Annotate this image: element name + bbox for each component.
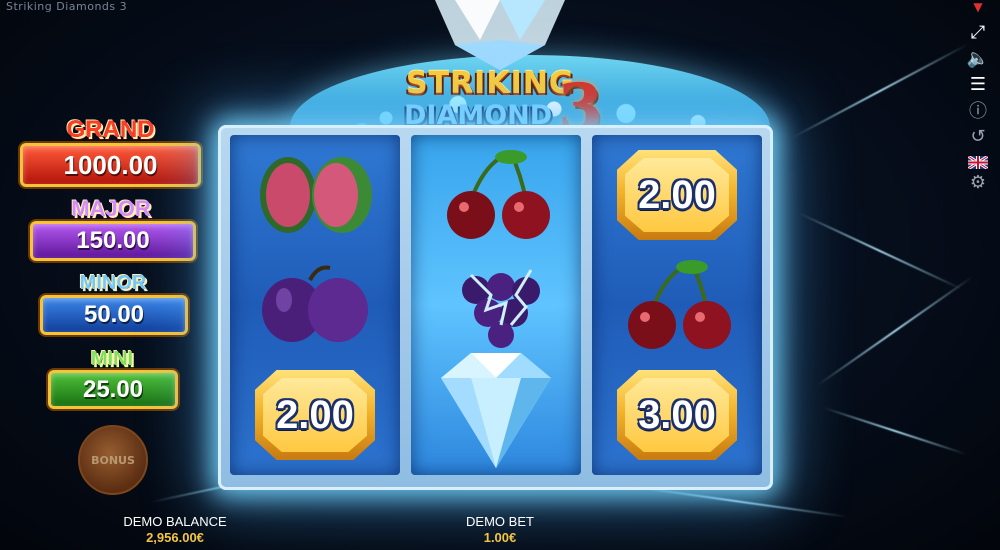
demo-balance-label: DEMO BALANCE bbox=[123, 514, 227, 529]
lightning-streak bbox=[791, 43, 969, 139]
reel-cell bbox=[411, 250, 581, 360]
lightning-streak bbox=[798, 212, 962, 290]
jackpot-minor-label: MINOR bbox=[79, 272, 147, 294]
info-icon[interactable]: ⓘ bbox=[966, 98, 990, 122]
jackpot-major: MAJOR 150.00 bbox=[16, 196, 206, 266]
window-title: Striking Diamonds 3 bbox=[6, 0, 128, 13]
demo-bet-label: DEMO BET bbox=[466, 514, 534, 529]
menu-icon[interactable]: ☰ bbox=[966, 72, 990, 96]
history-icon[interactable]: ↺ bbox=[966, 124, 990, 148]
sound-off-icon[interactable]: 🔈 bbox=[966, 46, 990, 70]
cherry-icon bbox=[628, 260, 731, 349]
jackpot-mini: MINI 25.00 bbox=[46, 348, 178, 414]
reel-cell bbox=[411, 345, 581, 475]
jackpot-grand: GRAND 1000.00 bbox=[8, 116, 213, 196]
top-diamond-icon bbox=[435, 0, 565, 70]
grapes-icon bbox=[462, 269, 540, 348]
jackpot-grand-label: GRAND bbox=[66, 116, 155, 143]
jackpot-major-label: MAJOR bbox=[71, 196, 151, 221]
reel-2 bbox=[411, 135, 581, 475]
fullscreen-icon[interactable]: ⤢ bbox=[966, 20, 990, 44]
reels-frame: 2.00 2.00 3.00 bbox=[218, 125, 773, 490]
reel-cell: 2.00 bbox=[230, 360, 400, 470]
reel-cell bbox=[592, 250, 762, 360]
bonus-label: BONUS bbox=[91, 453, 135, 467]
demo-balance-value: 2,956.00€ bbox=[146, 530, 204, 545]
reel-cell: 3.00 bbox=[592, 360, 762, 470]
coin-value-symbol: 3.00 bbox=[617, 370, 737, 460]
reel-cell: 2.00 bbox=[592, 140, 762, 250]
jackpot-major-value: 150.00 bbox=[30, 221, 196, 261]
jackpot-grand-value: 1000.00 bbox=[20, 143, 201, 187]
plum-icon bbox=[262, 265, 368, 342]
jackpot-minor-value: 50.00 bbox=[40, 295, 188, 335]
lightning-streak bbox=[816, 275, 974, 387]
jackpot-minor: MINOR 50.00 bbox=[38, 272, 188, 342]
settings-icon[interactable]: ⚙ bbox=[966, 170, 990, 194]
cherry-icon bbox=[447, 150, 550, 239]
bonus-button[interactable]: BONUS bbox=[78, 425, 148, 495]
coin-value-symbol: 2.00 bbox=[255, 370, 375, 460]
reel-3: 2.00 3.00 bbox=[592, 135, 762, 475]
watermelon-icon bbox=[260, 157, 372, 233]
reel-cell bbox=[230, 250, 400, 360]
diamond-icon bbox=[441, 352, 551, 468]
reel-cell bbox=[411, 140, 581, 250]
lightning-streak bbox=[823, 406, 967, 456]
reel-1: 2.00 bbox=[230, 135, 400, 475]
jackpot-mini-value: 25.00 bbox=[48, 370, 178, 409]
coin-value-symbol: 2.00 bbox=[617, 150, 737, 240]
jackpot-mini-label: MINI bbox=[90, 348, 134, 370]
top-marker-icon: ▼ bbox=[973, 0, 983, 14]
logo-line-1: STRIKING bbox=[406, 66, 575, 101]
demo-bet-value[interactable]: 1.00€ bbox=[430, 530, 570, 545]
reel-cell bbox=[230, 140, 400, 250]
